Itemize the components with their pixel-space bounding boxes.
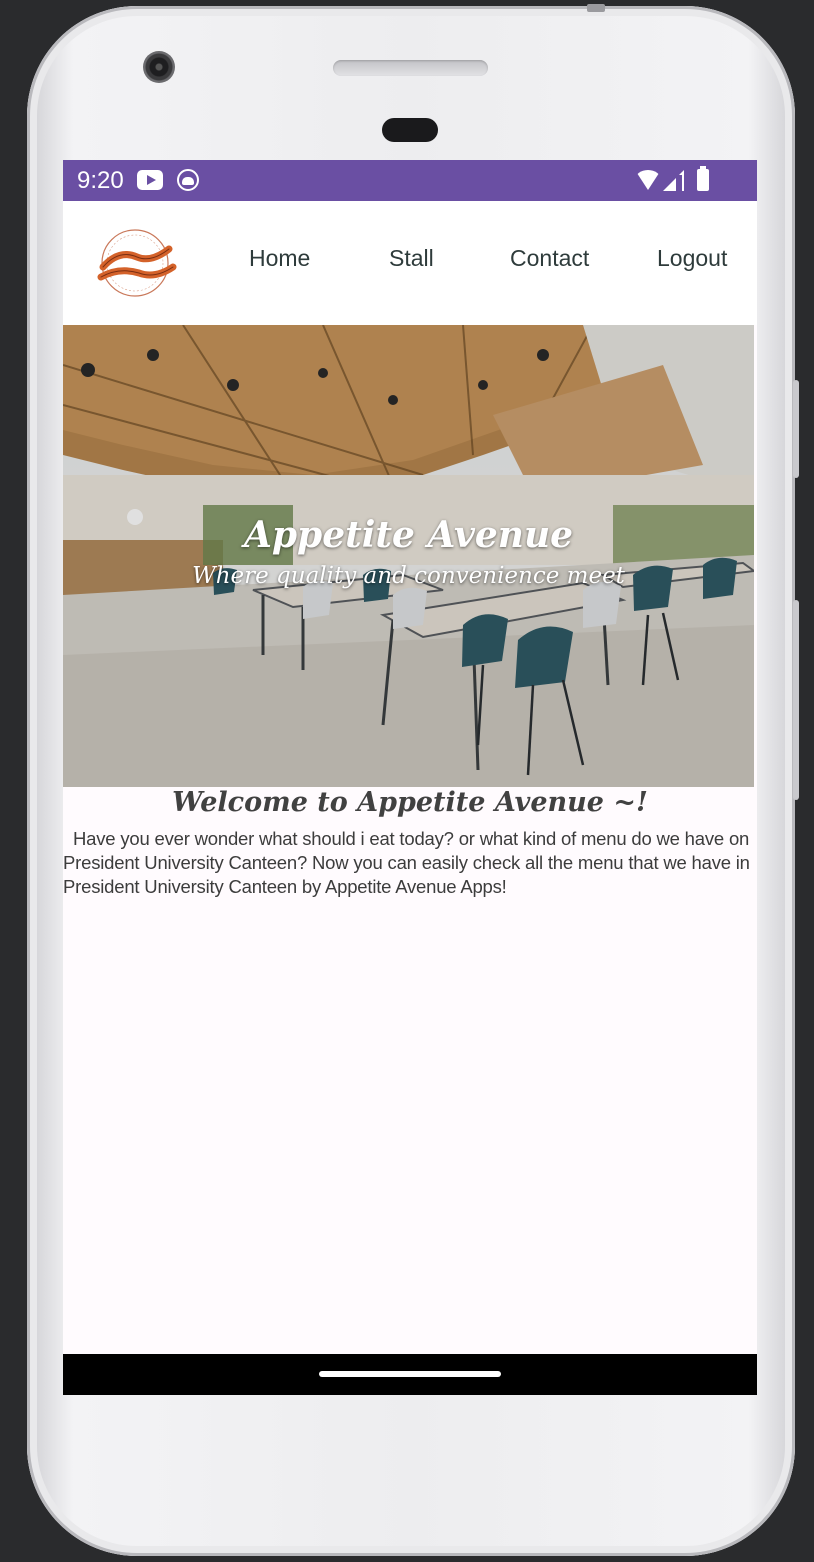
cell-signal-icon <box>663 170 684 191</box>
battery-icon <box>697 166 709 191</box>
system-navigation-bar <box>63 1354 757 1395</box>
wifi-icon <box>635 170 661 190</box>
appetite-avenue-logo[interactable] <box>89 227 181 299</box>
youtube-notification-icon <box>137 170 163 190</box>
power-button-top <box>587 4 605 12</box>
earpiece-speaker <box>333 60 488 76</box>
hero-banner: Appetite Avenue Where quality and conven… <box>63 325 754 787</box>
canteen-photo <box>63 325 754 787</box>
nav-home-link[interactable]: Home <box>249 245 310 272</box>
device-screen: 9:20 Home Stall Contact Logout Appetite … <box>63 160 757 1395</box>
status-time: 9:20 <box>77 167 124 194</box>
nav-logout-link[interactable]: Logout <box>657 245 727 272</box>
android-notification-icon <box>177 169 199 191</box>
hero-subtitle: Where quality and convenience meet <box>192 563 625 589</box>
top-navigation: Home Stall Contact Logout <box>63 201 757 325</box>
volume-button <box>793 380 799 478</box>
nav-contact-link[interactable]: Contact <box>510 245 589 272</box>
status-bar: 9:20 <box>63 160 757 201</box>
side-button <box>793 600 799 800</box>
nav-stall-link[interactable]: Stall <box>389 245 434 272</box>
front-camera <box>143 51 175 83</box>
welcome-heading: Welcome to Appetite Avenue ~! <box>172 787 648 818</box>
welcome-paragraph: Have you ever wonder what should i eat t… <box>63 828 750 897</box>
proximity-sensor <box>382 118 438 142</box>
hero-title: Appetite Avenue <box>243 514 574 556</box>
home-gesture-handle[interactable] <box>319 1371 501 1377</box>
